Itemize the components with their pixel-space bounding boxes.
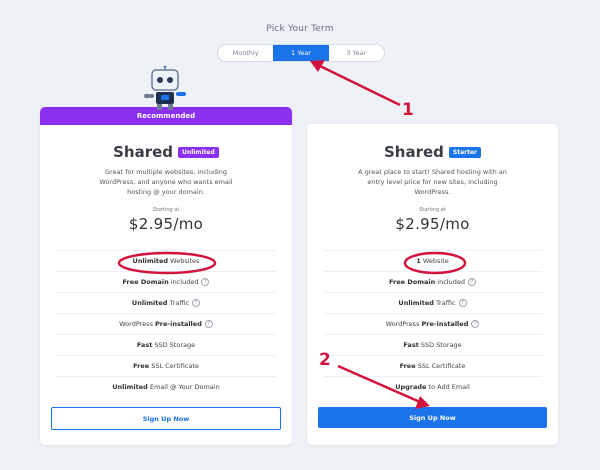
plan-name: Shared Unlimited [40, 143, 292, 161]
feature-text: WordPress Pre-installed [119, 320, 202, 328]
feature-text: WordPress Pre-installed [386, 320, 469, 328]
feature-row: Unlimited Websites [56, 250, 276, 271]
feature-text: Fast SSD Storage [137, 341, 195, 349]
plan-card-unlimited: Recommended Shared Unlimited Great for m… [40, 107, 292, 445]
feature-text: Fast SSD Storage [403, 341, 461, 349]
info-icon[interactable]: ? [192, 299, 201, 307]
feature-row: 1 Website [323, 250, 542, 271]
plan-title: Shared [383, 143, 444, 161]
sign-up-button-starter[interactable]: Sign Up Now [318, 407, 547, 428]
feature-bold: Unlimited [112, 383, 148, 391]
feature-row: Free SSL Certificate [323, 355, 542, 376]
info-icon[interactable]: ? [204, 320, 213, 328]
feature-text: Upgrade to Add Email [395, 383, 470, 391]
feature-bold: Unlimited [398, 299, 434, 307]
term-option-3-year[interactable]: 3 Year [329, 45, 384, 61]
plan-name: Shared Starter [307, 143, 558, 161]
feature-bold: Free Domain [389, 278, 436, 286]
feature-bold: Unlimited [132, 257, 169, 265]
feature-suffix: Traffic [433, 299, 456, 307]
feature-bold: Free [399, 362, 416, 370]
feature-suffix: Traffic [167, 299, 190, 307]
feature-bold: Fast [136, 341, 153, 349]
feature-row: Free Domain included? [56, 271, 276, 292]
feature-text: Free Domain included [389, 278, 465, 286]
plan-description: A great place to start! Shared hosting w… [358, 168, 507, 196]
plan-description: Great for multiple websites, including W… [99, 168, 233, 196]
term-title: Pick Your Term [266, 24, 334, 34]
info-icon[interactable]: ? [201, 278, 210, 286]
feature-suffix: SSL Certificate [415, 362, 466, 370]
feature-list: 1 Website Free Domain included? Unlimited … [323, 250, 542, 397]
feature-text: Unlimited Traffic [398, 299, 455, 307]
feature-bold: Free [133, 362, 150, 370]
term-toggle: Monthly 1 Year 3 Year [217, 44, 385, 62]
plan-card-starter: Shared Starter A great place to start! S… [307, 124, 558, 445]
feature-row: WordPress Pre-installed? [323, 313, 542, 334]
feature-text: Free SSL Certificate [400, 362, 466, 370]
feature-bold: Pre-installed [155, 320, 202, 328]
info-icon[interactable]: ? [458, 299, 467, 307]
feature-suffix: SSL Certificate [149, 362, 199, 370]
feature-text: Free Domain included [123, 278, 199, 286]
feature-suffix: included [168, 278, 199, 286]
feature-suffix: to Add Email [426, 383, 470, 391]
starting-at-label: Starting at [419, 207, 446, 213]
term-option-monthly[interactable]: Monthly [218, 45, 273, 61]
feature-suffix: SSD Storage [418, 341, 462, 349]
plan-price: $2.95/mo [128, 215, 204, 233]
feature-suffix: Website [420, 257, 449, 265]
feature-bold: Free Domain [122, 278, 169, 286]
feature-text: Unlimited Email @ Your Domain [112, 383, 219, 391]
annotation-label-2: 2 [319, 350, 331, 370]
feature-bold: Fast [403, 341, 419, 349]
plan-badge: Starter [448, 146, 481, 158]
feature-row: Unlimited Traffic? [323, 292, 542, 313]
arrow-1-line [319, 64, 401, 107]
feature-text: Free SSL Certificate [133, 362, 199, 370]
feature-row: Free SSL Certificate [56, 355, 276, 376]
feature-row: Unlimited Email @ Your Domain [56, 376, 276, 397]
feature-prefix: WordPress [385, 320, 422, 328]
feature-suffix: Websites [168, 257, 200, 265]
feature-prefix: WordPress [119, 320, 156, 328]
plan-badge: Unlimited [178, 146, 219, 158]
feature-text: 1 Website [416, 257, 449, 265]
feature-suffix: Email @ Your Domain [147, 383, 220, 391]
feature-text: Unlimited Websites [133, 257, 200, 265]
info-icon[interactable]: ? [467, 278, 476, 286]
annotation-label-1: 1 [402, 100, 414, 120]
sign-up-button-unlimited[interactable]: Sign Up Now [51, 407, 281, 430]
feature-row: Fast SSD Storage [323, 334, 542, 355]
feature-suffix: SSD Storage [152, 341, 196, 349]
feature-text: Unlimited Traffic [132, 299, 189, 307]
feature-row: WordPress Pre-installed? [56, 313, 276, 334]
feature-suffix: included [435, 278, 465, 286]
robot-mascot-icon [144, 66, 186, 110]
plan-price: $2.95/mo [395, 215, 470, 233]
info-icon[interactable]: ? [471, 320, 480, 328]
feature-bold: Pre-installed [421, 320, 469, 328]
feature-list: Unlimited Websites Free Domain included? U… [56, 250, 276, 397]
term-option-1-year[interactable]: 1 Year [273, 45, 329, 61]
feature-bold: Unlimited [131, 299, 168, 307]
feature-row: Fast SSD Storage [56, 334, 276, 355]
feature-row: Free Domain included? [323, 271, 542, 292]
plan-title: Shared [113, 143, 174, 161]
feature-row: Unlimited Traffic? [56, 292, 276, 313]
feature-bold: Upgrade [395, 383, 427, 391]
starting-at-label: Starting at [152, 207, 180, 213]
feature-row: Upgrade to Add Email [323, 376, 542, 397]
